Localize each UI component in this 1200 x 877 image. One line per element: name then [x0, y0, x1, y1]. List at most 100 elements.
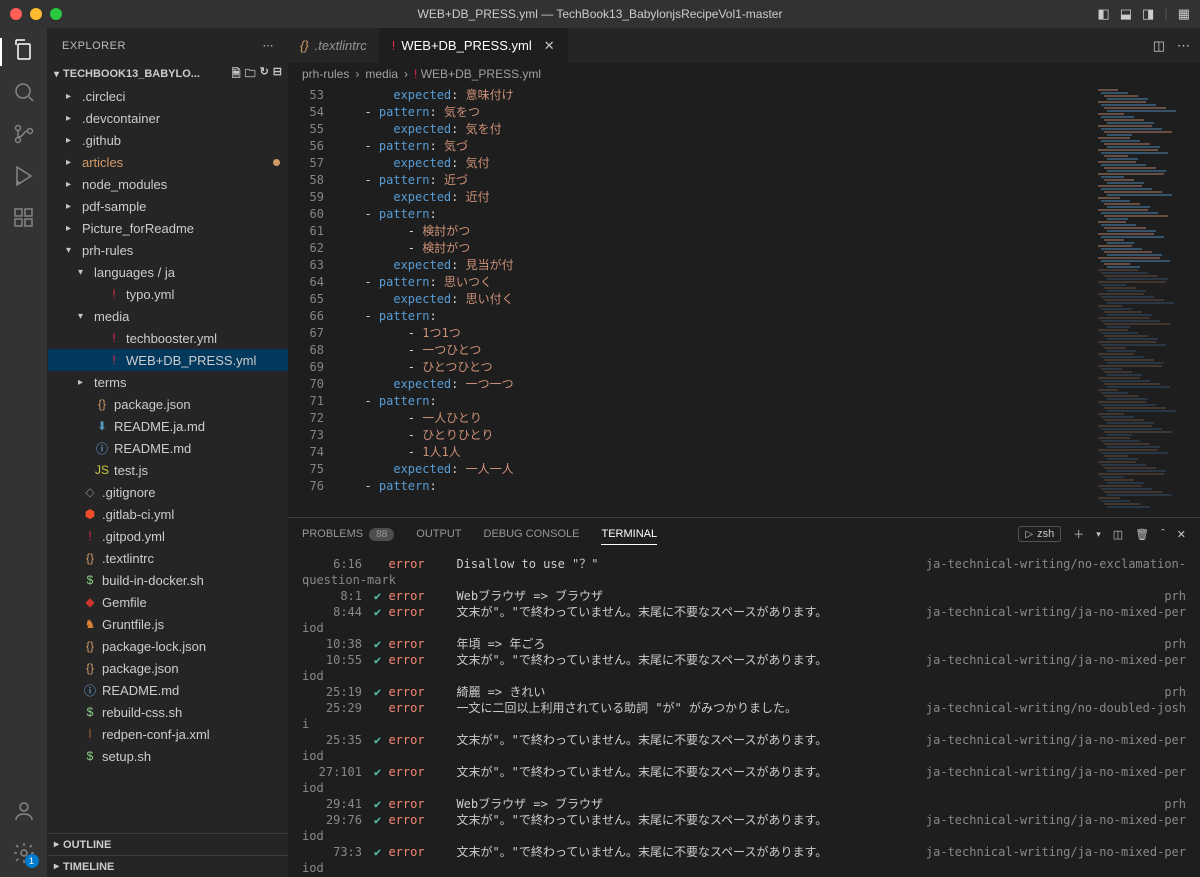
breadcrumb-item[interactable]: prh-rules [302, 67, 349, 81]
folder-item[interactable]: ▸node_modules [48, 173, 288, 195]
split-editor-icon[interactable]: ◫ [1153, 38, 1165, 54]
file-item[interactable]: ⓘREADME.md [48, 679, 288, 701]
file-item[interactable]: !techbooster.yml [48, 327, 288, 349]
kill-terminal-icon[interactable]: 🗑 [1135, 528, 1149, 541]
close-panel-icon[interactable]: ✕ [1177, 528, 1186, 541]
file-item[interactable]: $rebuild-css.sh [48, 701, 288, 723]
sidebar-more-icon[interactable]: ⋯ [263, 39, 275, 52]
file-item[interactable]: JStest.js [48, 459, 288, 481]
breadcrumbs[interactable]: prh-rules›media›! WEB+DB_PRESS.yml [288, 63, 1200, 85]
new-folder-icon[interactable]: 🗀 [245, 65, 256, 84]
file-item[interactable]: {}package.json [48, 393, 288, 415]
minimize-window-button[interactable] [30, 8, 42, 20]
folder-item[interactable]: ▸.github [48, 129, 288, 151]
tab-debug-console[interactable]: DEBUG CONSOLE [484, 528, 580, 540]
file-item[interactable]: ♞Gruntfile.js [48, 613, 288, 635]
folder-item[interactable]: ▾ prh-rules [48, 239, 288, 261]
settings-badge: 1 [25, 854, 39, 868]
more-actions-icon[interactable]: ⋯ [1177, 38, 1190, 54]
extensions-icon[interactable] [12, 206, 36, 230]
settings-gear-icon[interactable]: 1 [12, 841, 36, 865]
toggle-panel-bottom-icon[interactable]: ⬓ [1120, 6, 1132, 22]
tree-item-label: prh-rules [82, 243, 133, 258]
close-tab-icon[interactable]: ✕ [544, 38, 555, 54]
file-item[interactable]: !WEB+DB_PRESS.yml [48, 349, 288, 371]
file-item[interactable]: ⦚redpen-conf-ja.xml [48, 723, 288, 745]
file-tree[interactable]: ▸.circleci▸.devcontainer▸.github▸article… [48, 85, 288, 833]
maximize-window-button[interactable] [50, 8, 62, 20]
terminal-line: 6:16 error Disallow to use "？" ja-techni… [302, 556, 1186, 572]
chevron-icon: ▸ [66, 223, 78, 234]
accounts-icon[interactable] [12, 799, 36, 823]
editor-tab[interactable]: !WEB+DB_PRESS.yml✕ [380, 28, 568, 63]
toggle-panel-right-icon[interactable]: ◨ [1142, 6, 1154, 22]
file-item[interactable]: {}package.json [48, 657, 288, 679]
file-item[interactable]: !.gitpod.yml [48, 525, 288, 547]
file-item[interactable]: ⓘREADME.md [48, 437, 288, 459]
folder-item[interactable]: ▸articles [48, 151, 288, 173]
folder-item[interactable]: ▸.circleci [48, 85, 288, 107]
tree-item-label: .gitlab-ci.yml [102, 507, 174, 522]
chevron-icon: ▾ [66, 245, 78, 256]
tree-item-label: pdf-sample [82, 199, 146, 214]
folder-item[interactable]: ▾media [48, 305, 288, 327]
tree-item-label: .gitignore [102, 485, 155, 500]
project-name: TECHBOOK13_BABYLO... [63, 68, 200, 80]
tree-item-label: README.md [102, 683, 179, 698]
breadcrumb-item[interactable]: media [365, 67, 398, 81]
maximize-panel-icon[interactable]: ˆ [1161, 528, 1165, 540]
tree-item-label: Gruntfile.js [102, 617, 164, 632]
folder-item[interactable]: ▸pdf-sample [48, 195, 288, 217]
file-item[interactable]: ⬢.gitlab-ci.yml [48, 503, 288, 525]
tree-item-label: .github [82, 133, 121, 148]
layout-controls: ◧ ⬓ ◨ | ▦ [1097, 6, 1190, 22]
tree-item-label: .circleci [82, 89, 125, 104]
terminal-line: i [302, 716, 1186, 732]
collapse-all-icon[interactable]: ⊟ [273, 65, 282, 84]
terminal-output[interactable]: 6:16 error Disallow to use "？" ja-techni… [288, 550, 1200, 877]
file-item[interactable]: ⬇README.ja.md [48, 415, 288, 437]
explorer-icon[interactable] [12, 38, 36, 62]
tree-item-label: .devcontainer [82, 111, 160, 126]
folder-item[interactable]: ▸terms [48, 371, 288, 393]
file-item[interactable]: ◆Gemfile [48, 591, 288, 613]
tab-problems[interactable]: PROBLEMS 88 [302, 528, 394, 541]
terminal-line: iod [302, 620, 1186, 636]
split-terminal-icon[interactable]: ◫ [1113, 528, 1123, 541]
search-icon[interactable] [12, 80, 36, 104]
terminal-dropdown-icon[interactable]: ▾ [1096, 529, 1101, 540]
run-debug-icon[interactable] [12, 164, 36, 188]
file-item[interactable]: ◇.gitignore [48, 481, 288, 503]
problems-count-badge: 88 [369, 528, 394, 541]
code-content[interactable]: expected: 意味付け - pattern: 気をつ expected: … [338, 85, 1090, 517]
source-control-icon[interactable] [12, 122, 36, 146]
breadcrumb-item[interactable]: ! WEB+DB_PRESS.yml [414, 67, 541, 81]
new-file-icon[interactable]: 🗎 [232, 65, 241, 84]
toggle-panel-left-icon[interactable]: ◧ [1097, 6, 1109, 22]
minimap[interactable] [1090, 85, 1200, 517]
tree-item-label: setup.sh [102, 749, 151, 764]
tab-output[interactable]: OUTPUT [416, 528, 461, 540]
tab-terminal[interactable]: TERMINAL [601, 528, 657, 545]
file-item[interactable]: !typo.yml [48, 283, 288, 305]
editor-tab[interactable]: {}.textlintrc [288, 28, 380, 63]
terminal-line: 8:44✔ error 文末が"。"で終わっていません。末尾に不要なスペースがあ… [302, 604, 1186, 620]
close-window-button[interactable] [10, 8, 22, 20]
timeline-section[interactable]: ▸ TIMELINE [48, 855, 288, 877]
new-terminal-icon[interactable]: ＋ [1073, 526, 1084, 542]
folder-item[interactable]: ▸Picture_forReadme [48, 217, 288, 239]
folder-item[interactable]: ▸.devcontainer [48, 107, 288, 129]
window-title: WEB+DB_PRESS.yml — TechBook13_BabylonjsR… [418, 7, 783, 21]
outline-section[interactable]: ▸ OUTLINE [48, 833, 288, 855]
refresh-icon[interactable]: ↻ [260, 65, 269, 84]
file-item[interactable]: {}.textlintrc [48, 547, 288, 569]
terminal-shell-select[interactable]: ▷zsh [1018, 526, 1061, 542]
file-item[interactable]: {}package-lock.json [48, 635, 288, 657]
project-header[interactable]: ▾ TECHBOOK13_BABYLO... 🗎 🗀 ↻ ⊟ [48, 63, 288, 85]
file-item[interactable]: $setup.sh [48, 745, 288, 767]
customize-layout-icon[interactable]: ▦ [1178, 6, 1190, 22]
file-item[interactable]: $build-in-docker.sh [48, 569, 288, 591]
terminal-line: iod [302, 828, 1186, 844]
code-editor[interactable]: 5354555657585960616263646566676869707172… [288, 85, 1200, 517]
folder-item[interactable]: ▾languages / ja [48, 261, 288, 283]
